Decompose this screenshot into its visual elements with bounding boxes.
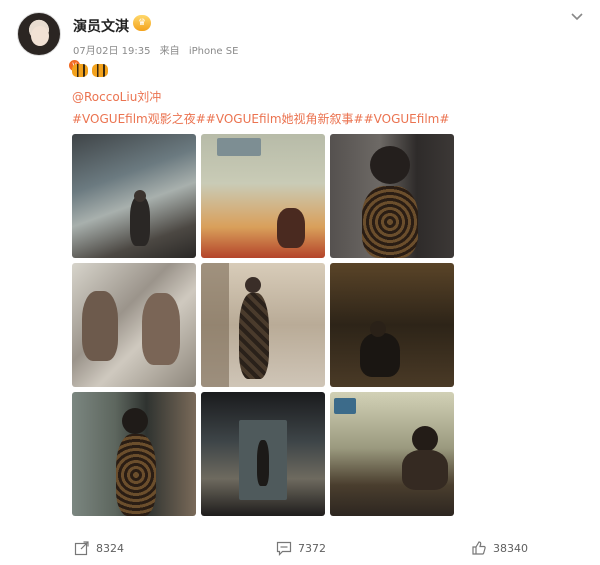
source-prefix: 来自	[159, 46, 180, 57]
leopard-dress-closeup-photo[interactable]	[330, 134, 454, 258]
share-button[interactable]: 8324	[74, 540, 124, 556]
avatar[interactable]: v	[17, 12, 81, 72]
tiger-emoji-icon	[72, 64, 88, 77]
mirror-reflection-photo[interactable]	[72, 263, 196, 387]
chevron-down-icon[interactable]	[569, 8, 585, 24]
room-red-chair-photo[interactable]	[201, 134, 325, 258]
post-date[interactable]: 07月02日 19:35	[73, 46, 150, 57]
thumbs-up-icon	[472, 541, 486, 555]
street-walk-photo[interactable]	[72, 392, 196, 516]
photo-grid	[72, 134, 454, 516]
action-bar: 8324 7372 38340	[0, 535, 600, 563]
author-name[interactable]: 演员文淇	[73, 16, 129, 36]
vip-crown-icon[interactable]: ♛	[133, 15, 151, 31]
comment-button[interactable]: 7372	[276, 540, 326, 556]
weibo-post-card: v 演员文淇 ♛ 07月02日 19:35 来自 iPhone SE @Rocc…	[0, 0, 600, 565]
alley-bench-photo[interactable]	[72, 134, 196, 258]
source-device[interactable]: iPhone SE	[189, 46, 239, 57]
avatar-face	[31, 26, 49, 46]
doorway-photo[interactable]	[201, 392, 325, 516]
comment-icon	[276, 541, 292, 556]
emoji-row	[72, 64, 108, 77]
dark-bar-photo[interactable]	[330, 263, 454, 387]
comment-count: 7372	[298, 541, 326, 555]
share-icon	[74, 541, 89, 556]
hashtag-links[interactable]: #VOGUEfilm观影之夜##VOGUEfilm她视角新叙事##VOGUEfi…	[72, 110, 449, 127]
like-count: 38340	[493, 541, 528, 555]
cafe-table-photo[interactable]	[330, 392, 454, 516]
post-meta: 07月02日 19:35 来自 iPhone SE	[73, 42, 244, 57]
share-count: 8324	[96, 541, 124, 555]
like-button[interactable]: 38340	[471, 540, 528, 556]
tiger-emoji-icon	[92, 64, 108, 77]
standing-dress-photo[interactable]	[201, 263, 325, 387]
mention-link[interactable]: @RoccoLiu刘冲	[72, 88, 161, 105]
